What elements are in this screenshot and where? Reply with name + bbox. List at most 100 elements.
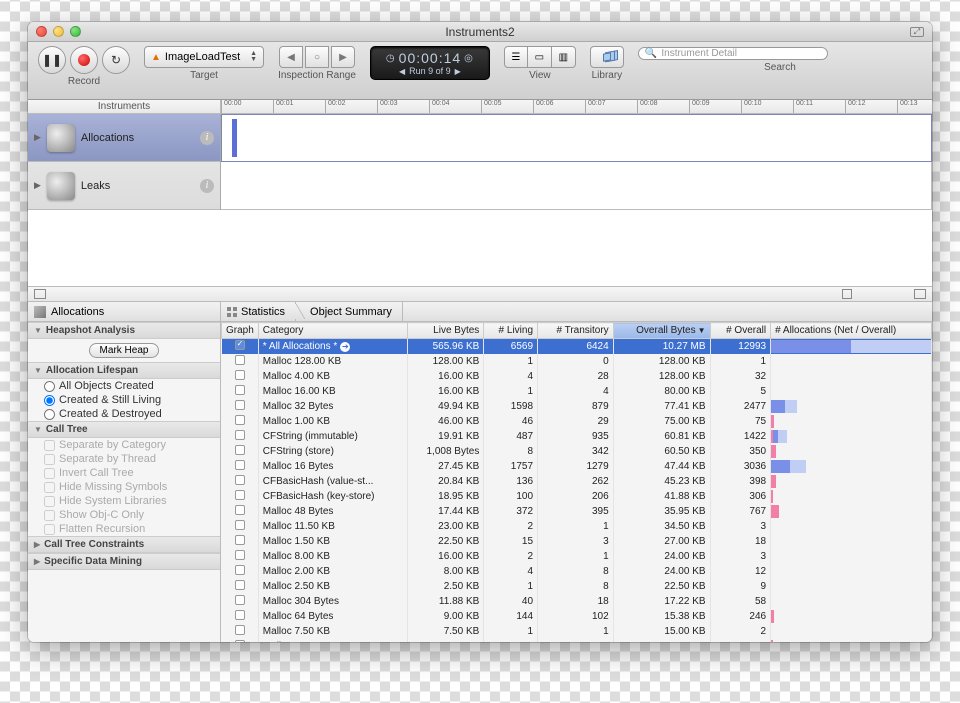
calltree-option[interactable]: Separate by Thread <box>28 452 220 466</box>
calltree-option[interactable]: Invert Call Tree <box>28 466 220 480</box>
column-header[interactable]: Overall Bytes▼ <box>613 323 710 339</box>
run-next-button[interactable]: ▶ <box>455 67 461 76</box>
library-button[interactable] <box>590 46 624 68</box>
table-row[interactable]: Malloc 64 Bytes9.00 KB14410215.38 KB246 <box>222 609 932 624</box>
graph-checkbox[interactable] <box>235 415 245 425</box>
run-prev-button[interactable]: ◀ <box>399 67 405 76</box>
table-row[interactable]: Malloc 1.00 KB46.00 KB462975.00 KB75 <box>222 414 932 429</box>
graph-checkbox[interactable] <box>235 520 245 530</box>
mark-heap-button[interactable]: Mark Heap <box>89 343 160 358</box>
allocations-table[interactable]: GraphCategoryLive Bytes# Living# Transit… <box>221 322 932 642</box>
track-zoom-out-icon[interactable] <box>842 289 852 299</box>
table-row[interactable]: Malloc 32 Bytes49.94 KB159887977.41 KB24… <box>222 399 932 414</box>
table-row[interactable]: Malloc 2.00 KB8.00 KB4824.00 KB12 <box>222 564 932 579</box>
view-segmented[interactable]: ☰ ▭ ▥ <box>504 46 576 68</box>
graph-checkbox[interactable] <box>235 445 245 455</box>
view-detail-icon[interactable]: ▭ <box>528 46 552 68</box>
graph-checkbox[interactable] <box>235 490 245 500</box>
track-lane[interactable] <box>221 162 932 210</box>
track-zoom-in-icon[interactable] <box>914 289 926 299</box>
lifespan-option[interactable]: All Objects Created <box>28 379 220 393</box>
range-end-button[interactable]: ▶ <box>331 46 355 68</box>
track-controls-bar <box>28 286 932 302</box>
category-cell: Malloc 304 Bytes <box>258 594 407 609</box>
view-extended-icon[interactable]: ▥ <box>552 46 576 68</box>
column-header[interactable]: Category <box>258 323 407 339</box>
table-row[interactable]: Malloc 128.00 KB128.00 KB10128.00 KB1 <box>222 354 932 369</box>
table-row[interactable]: Malloc 48 Bytes17.44 KB37239535.95 KB767 <box>222 504 932 519</box>
graph-checkbox[interactable] <box>235 370 245 380</box>
calltree-option[interactable]: Hide Missing Symbols <box>28 480 220 494</box>
titlebar: Instruments2 ⤢ <box>28 22 932 42</box>
allocations-bar <box>771 429 932 444</box>
table-row[interactable]: CFString (immutable)19.91 KB48793560.81 … <box>222 429 932 444</box>
lifespan-option[interactable]: Created & Still Living <box>28 393 220 407</box>
graph-checkbox[interactable] <box>235 535 245 545</box>
calltree-option[interactable]: Show Obj-C Only <box>28 508 220 522</box>
search-input[interactable]: 🔍 Instrument Detail <box>638 47 828 60</box>
section-heapshot[interactable]: ▼Heapshot Analysis <box>28 322 220 339</box>
graph-checkbox[interactable] <box>235 640 245 642</box>
table-row[interactable]: Malloc 4.00 KB16.00 KB428128.00 KB32 <box>222 369 932 384</box>
table-row[interactable]: Malloc 7.50 KB7.50 KB1115.00 KB2 <box>222 624 932 639</box>
column-header[interactable]: # Living <box>484 323 538 339</box>
record-button[interactable] <box>70 46 98 74</box>
column-header[interactable]: Graph <box>222 323 259 339</box>
breadcrumb-statistics[interactable]: Statistics <box>221 302 296 321</box>
calltree-option[interactable]: Flatten Recursion <box>28 522 220 536</box>
column-header[interactable]: # Transitory <box>538 323 614 339</box>
breadcrumb-object-summary[interactable]: Object Summary <box>296 302 403 321</box>
track-label-allocations[interactable]: ▶Allocationsi <box>28 114 220 162</box>
graph-checkbox[interactable] <box>235 595 245 605</box>
graph-checkbox[interactable] <box>235 565 245 575</box>
target-selector[interactable]: ▲ ImageLoadTest ▲▼ <box>144 46 264 68</box>
table-row[interactable]: Malloc 2.50 KB2.50 KB1822.50 KB9 <box>222 579 932 594</box>
calltree-option[interactable]: Hide System Libraries <box>28 494 220 508</box>
loop-button[interactable]: ↻ <box>102 46 130 74</box>
section-lifespan[interactable]: ▼Allocation Lifespan <box>28 362 220 379</box>
column-header[interactable]: Live Bytes <box>407 323 483 339</box>
range-start-button[interactable]: ◀ <box>279 46 303 68</box>
table-row[interactable]: CFBasicHash (key-store)18.95 KB10020641.… <box>222 489 932 504</box>
track-style-icon[interactable] <box>34 289 46 299</box>
pause-button[interactable]: ❚❚ <box>38 46 66 74</box>
table-row[interactable]: Malloc 1.50 KB22.50 KB15327.00 KB18 <box>222 534 932 549</box>
section-calltree[interactable]: ▼Call Tree <box>28 421 220 438</box>
lifespan-option[interactable]: Created & Destroyed <box>28 407 220 421</box>
track-lane[interactable] <box>221 114 932 162</box>
graph-checkbox[interactable] <box>235 340 245 350</box>
graph-checkbox[interactable] <box>235 610 245 620</box>
graph-checkbox[interactable] <box>235 430 245 440</box>
graph-checkbox[interactable] <box>235 385 245 395</box>
track-label-leaks[interactable]: ▶Leaksi <box>28 162 220 210</box>
column-header[interactable]: # Allocations (Net / Overall) <box>771 323 932 339</box>
graph-checkbox[interactable] <box>235 625 245 635</box>
graph-checkbox[interactable] <box>235 475 245 485</box>
graph-checkbox[interactable] <box>235 550 245 560</box>
section-constraints[interactable]: ▶Call Tree Constraints <box>28 536 220 553</box>
table-row[interactable]: Malloc 80 Bytes6.09 KB786411.09 KB142 <box>222 639 932 642</box>
info-icon[interactable]: i <box>200 179 214 193</box>
info-icon[interactable]: i <box>200 131 214 145</box>
library-label: Library <box>592 70 623 81</box>
graph-checkbox[interactable] <box>235 460 245 470</box>
graph-checkbox[interactable] <box>235 505 245 515</box>
graph-checkbox[interactable] <box>235 580 245 590</box>
table-row[interactable]: Malloc 11.50 KB23.00 KB2134.50 KB3 <box>222 519 932 534</box>
go-icon[interactable]: ➔ <box>340 342 350 352</box>
section-mining[interactable]: ▶Specific Data Mining <box>28 553 220 570</box>
view-tracks-icon[interactable]: ☰ <box>504 46 528 68</box>
graph-checkbox[interactable] <box>235 400 245 410</box>
range-clear-button[interactable]: ○ <box>305 46 329 68</box>
graph-checkbox[interactable] <box>235 355 245 365</box>
calltree-option[interactable]: Separate by Category <box>28 438 220 452</box>
table-row[interactable]: Malloc 16 Bytes27.45 KB1757127947.44 KB3… <box>222 459 932 474</box>
table-row[interactable]: Malloc 304 Bytes11.88 KB401817.22 KB58 <box>222 594 932 609</box>
table-row[interactable]: Malloc 8.00 KB16.00 KB2124.00 KB3 <box>222 549 932 564</box>
table-row[interactable]: CFBasicHash (value-st...20.84 KB13626245… <box>222 474 932 489</box>
allocations-bar <box>771 549 932 564</box>
table-row[interactable]: CFString (store)1,008 Bytes834260.50 KB3… <box>222 444 932 459</box>
table-row[interactable]: Malloc 16.00 KB16.00 KB1480.00 KB5 <box>222 384 932 399</box>
column-header[interactable]: # Overall <box>710 323 771 339</box>
table-row[interactable]: * All Allocations *➔565.96 KB6569642410.… <box>222 339 932 355</box>
